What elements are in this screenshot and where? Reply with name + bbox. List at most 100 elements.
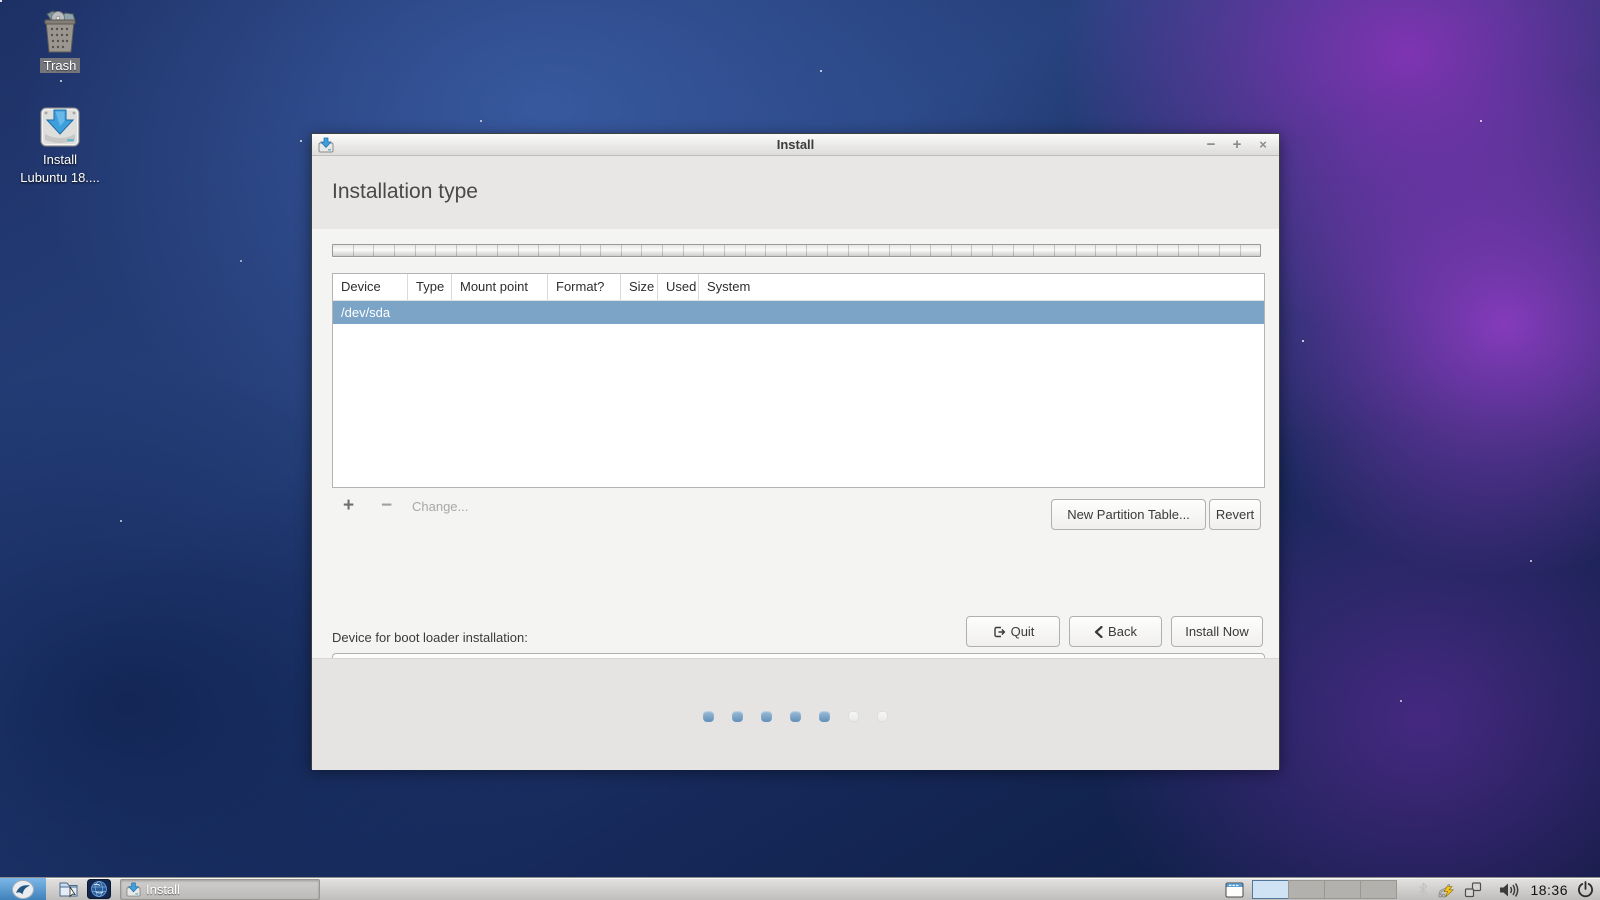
page-header: Installation type: [312, 156, 1279, 229]
back-chevron-icon: [1094, 625, 1103, 638]
bootloader-label: Device for boot loader installation:: [332, 630, 528, 645]
column-header-system[interactable]: System: [699, 274, 1264, 300]
remove-partition-button[interactable]: −: [381, 495, 392, 517]
partition-bar-segment: [374, 245, 395, 256]
partition-bar-segment: [910, 245, 932, 256]
revert-button[interactable]: Revert: [1209, 499, 1261, 530]
column-header-type[interactable]: Type: [408, 274, 452, 300]
partition-bar-segment: [559, 245, 581, 256]
partition-bar-segment: [1034, 245, 1055, 256]
speaker-icon: [1500, 882, 1519, 897]
add-partition-button[interactable]: +: [343, 495, 354, 517]
bluetooth-indicator[interactable]: [1418, 882, 1428, 897]
partition-bar-segment: [951, 245, 973, 256]
partition-bar-segment: [498, 245, 519, 256]
partition-bar: [332, 244, 1261, 257]
partition-bar-segment: [601, 245, 622, 256]
partition-bar-segment: [477, 245, 498, 256]
partition-bar-segment: [1219, 245, 1241, 256]
workspace-4[interactable]: [1360, 880, 1398, 899]
progress-dot: [761, 711, 772, 722]
bluetooth-icon: [1419, 882, 1428, 897]
back-label: Back: [1108, 624, 1137, 639]
partition-bar-segment: [1240, 245, 1260, 256]
show-desktop-icon: [1225, 882, 1244, 897]
workspace-1[interactable]: [1252, 880, 1290, 899]
workspace-2[interactable]: [1288, 880, 1326, 899]
folder-icon: [59, 882, 78, 898]
partition-bar-segment: [415, 245, 437, 256]
desktop: Trash Install Lubuntu 18.... Install − +…: [0, 0, 1600, 900]
partition-bar-segment: [1199, 245, 1220, 256]
partition-bar-segment: [1096, 245, 1117, 256]
network-cable-icon: [1438, 883, 1455, 898]
desktop-icon-install-lubuntu[interactable]: Install Lubuntu 18....: [10, 104, 110, 187]
partition-bar-segment: [333, 245, 354, 256]
install-disk-icon: [40, 107, 80, 147]
partition-table-header: Device Type Mount point Format? Size Use…: [333, 274, 1264, 301]
quit-label: Quit: [1010, 624, 1035, 639]
partition-bar-segment: [642, 245, 663, 256]
quit-button[interactable]: Quit: [966, 616, 1060, 647]
column-header-device[interactable]: Device: [333, 274, 408, 300]
workspace-3[interactable]: [1324, 880, 1362, 899]
connection-applet-indicator[interactable]: [1464, 881, 1482, 898]
window-title: Install: [776, 137, 815, 152]
file-manager-button[interactable]: [56, 879, 82, 900]
progress-dot: [819, 711, 830, 722]
column-header-used[interactable]: Used: [658, 274, 699, 300]
partition-bar-segment: [436, 245, 457, 256]
shutdown-button[interactable]: [1577, 881, 1594, 898]
partition-bar-segment: [869, 245, 890, 256]
back-button[interactable]: Back: [1069, 616, 1162, 647]
table-row-dev-sda[interactable]: /dev/sda: [333, 301, 1264, 324]
install-now-button[interactable]: Install Now: [1171, 616, 1263, 647]
partition-bar-segment: [1158, 245, 1179, 256]
progress-dot: [848, 711, 859, 722]
taskbar: Install 18:36: [0, 877, 1600, 900]
new-partition-table-label: New Partition Table...: [1067, 507, 1190, 522]
new-partition-table-button[interactable]: New Partition Table...: [1051, 499, 1206, 530]
install-now-label: Install Now: [1185, 624, 1249, 639]
maximize-button[interactable]: +: [1229, 134, 1245, 156]
taskbar-clock[interactable]: 18:36: [1530, 882, 1568, 898]
column-header-format[interactable]: Format?: [548, 274, 621, 300]
partition-table[interactable]: Device Type Mount point Format? Size Use…: [332, 273, 1265, 488]
partition-bar-segment: [724, 245, 746, 256]
partition-bar-segment: [766, 245, 787, 256]
desktop-icon-trash[interactable]: Trash: [10, 10, 110, 75]
partition-bar-segment: [704, 245, 725, 256]
quick-launch-area: [56, 879, 112, 900]
partition-bar-segment: [889, 245, 911, 256]
show-desktop-button[interactable]: [1225, 882, 1244, 898]
close-button[interactable]: ×: [1255, 134, 1271, 156]
minimize-button[interactable]: −: [1203, 134, 1219, 156]
window-titlebar[interactable]: Install − + ×: [312, 134, 1279, 156]
change-partition-button[interactable]: Change...: [412, 499, 468, 514]
lubuntu-logo-icon: [12, 879, 34, 899]
desktop-icon-install-label-line1: Install: [43, 152, 77, 167]
quit-exit-icon: [993, 626, 1005, 637]
partition-bar-segment: [1116, 245, 1138, 256]
progress-dot: [790, 711, 801, 722]
column-header-mount-point[interactable]: Mount point: [452, 274, 548, 300]
page-content: Device Type Mount point Format? Size Use…: [312, 229, 1279, 684]
progress-dot: [732, 711, 743, 722]
partition-bar-segment: [621, 245, 643, 256]
partition-bar-segment: [518, 245, 540, 256]
page-footer: Quit Back Install Now: [312, 616, 1279, 770]
start-menu-button[interactable]: [0, 877, 46, 900]
column-header-size[interactable]: Size: [621, 274, 658, 300]
partition-bar-segment: [993, 245, 1014, 256]
install-task-icon: [126, 882, 141, 897]
partition-bar-segment: [1054, 245, 1076, 256]
partition-bar-segment: [786, 245, 808, 256]
globe-icon: [87, 879, 111, 899]
progress-dots: [312, 711, 1279, 722]
partition-bar-segment: [353, 245, 375, 256]
taskbar-task-install[interactable]: Install: [120, 878, 320, 900]
network-manager-indicator[interactable]: [1437, 881, 1455, 898]
web-browser-button[interactable]: [86, 879, 112, 900]
volume-control[interactable]: [1499, 882, 1521, 898]
partition-bar-segment: [972, 245, 993, 256]
